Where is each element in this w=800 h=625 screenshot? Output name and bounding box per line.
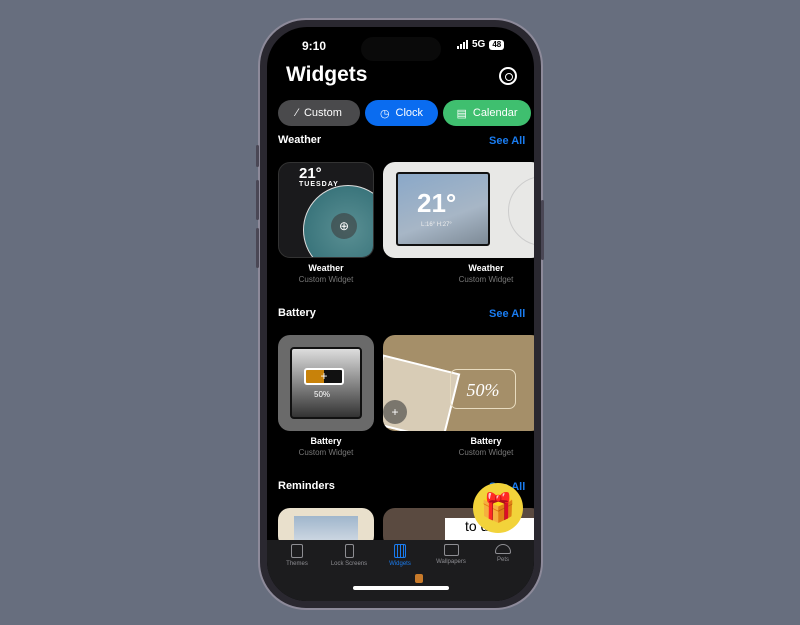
dynamic-island — [361, 37, 441, 61]
category-label: Clock — [395, 107, 424, 119]
power-button — [541, 200, 544, 260]
see-all-weather[interactable]: See All — [489, 135, 525, 147]
status-time: 9:10 — [302, 39, 327, 53]
themes-icon — [291, 544, 303, 558]
widget-temp: 21° — [299, 165, 322, 182]
tab-themes[interactable]: Themes — [270, 544, 324, 567]
widget-name: Battery — [470, 436, 502, 446]
battery-icon: + — [304, 368, 344, 385]
section-title-weather: Weather — [278, 134, 322, 146]
gift-icon[interactable]: 🎁 — [473, 483, 523, 533]
tab-widgets[interactable]: Widgets — [373, 544, 427, 567]
clock-icon: ◷ — [379, 107, 390, 120]
widget-name: Battery — [310, 436, 342, 446]
home-indicator[interactable] — [353, 586, 449, 590]
widget-subtitle: Custom Widget — [298, 448, 354, 457]
add-icon[interactable]: + — [383, 400, 407, 424]
widget-battery-1[interactable]: + 50% — [278, 335, 374, 431]
category-label: Custom — [303, 107, 342, 119]
category-clock[interactable]: ◷ Clock — [365, 100, 438, 126]
pencil-icon: ⁄ — [296, 107, 298, 119]
page-title: Widgets — [286, 63, 368, 86]
tab-pets[interactable]: Pets — [476, 544, 530, 563]
pet-dog-icon — [415, 574, 423, 583]
tab-label: Wallpapers — [436, 559, 466, 565]
volume-up-button — [256, 180, 259, 220]
tab-label: Themes — [286, 561, 308, 567]
widget-weather-1[interactable]: 21° TUESDAY ⊕ — [278, 162, 374, 258]
category-label: Calendar — [472, 107, 518, 119]
tab-lock-screens[interactable]: Lock Screens — [322, 544, 376, 567]
screen: 9:10 5G 48 Widgets ⁄ Custom ◷ Clock ▤ Calen… — [267, 27, 534, 601]
tab-label: Pets — [496, 557, 509, 563]
widgets-grid-icon — [394, 544, 406, 558]
battery-level: 50% — [314, 390, 331, 399]
status-indicators: 5G 48 — [457, 39, 505, 50]
category-calendar[interactable]: ▤ Calendar — [443, 100, 531, 126]
widget-subtitle: Custom Widget — [298, 275, 354, 284]
widget-range: L:16° H:27° — [421, 222, 452, 228]
widget-subtitle: Custom Widget — [458, 448, 514, 457]
widget-subtitle: Custom Widget — [458, 275, 514, 284]
widget-name: Weather — [468, 263, 504, 273]
image-icon — [443, 544, 459, 556]
network-label: 5G — [472, 39, 486, 50]
turtle-icon — [495, 544, 511, 554]
battery-level: 50% — [450, 369, 516, 409]
tab-label: Lock Screens — [330, 561, 368, 567]
section-title-battery: Battery — [278, 307, 316, 319]
gear-icon[interactable] — [499, 67, 517, 85]
tab-label: Widgets — [389, 561, 411, 567]
tab-bar: Themes Lock Screens Widgets Wallpapers P… — [267, 540, 534, 601]
signal-icon — [457, 40, 468, 49]
section-title-reminders: Reminders — [278, 480, 335, 492]
tab-wallpapers[interactable]: Wallpapers — [424, 544, 478, 565]
add-icon[interactable]: ⊕ — [331, 213, 357, 239]
click-wheel — [508, 176, 534, 246]
battery-icon: 48 — [489, 39, 505, 50]
volume-down-button — [256, 228, 259, 268]
widget-weather-2[interactable]: 21° L:16° H:27° — [383, 162, 534, 258]
category-custom[interactable]: ⁄ Custom — [278, 100, 360, 126]
widget-temp: 21° — [417, 188, 457, 218]
phone-lock-icon — [344, 544, 354, 558]
side-button — [256, 145, 259, 167]
widget-name: Weather — [308, 263, 344, 273]
see-all-battery[interactable]: See All — [489, 308, 525, 320]
widget-battery-2[interactable]: 50% + — [383, 335, 534, 431]
calendar-icon: ▤ — [456, 107, 467, 120]
